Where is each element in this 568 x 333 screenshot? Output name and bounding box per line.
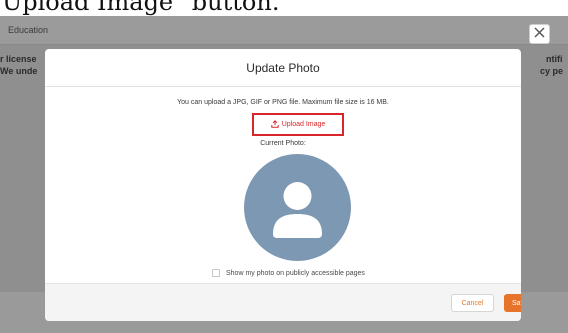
save-button[interactable]: Save xyxy=(504,294,521,312)
modal-body: You can upload a JPG, GIF or PNG file. M… xyxy=(45,87,521,283)
background-section-header: Education xyxy=(0,16,568,45)
public-photo-option[interactable]: Show my photo on publicly accessible pag… xyxy=(212,269,365,277)
caption-text: Upload Image" button. xyxy=(2,0,280,16)
modal-title: Update Photo xyxy=(246,60,320,75)
background-text-left-1: r license xyxy=(0,54,37,64)
user-avatar-icon xyxy=(273,182,322,238)
current-photo-avatar xyxy=(244,154,351,261)
public-photo-label: Show my photo on publicly accessible pag… xyxy=(226,269,365,277)
modal-footer: Cancel Save xyxy=(45,283,521,321)
modal-backdrop[interactable]: Education r license We unde ntifi cy pe … xyxy=(0,16,568,333)
tutorial-caption: Upload Image" button. xyxy=(0,0,568,16)
background-text-left-2: We unde xyxy=(0,66,38,76)
close-button[interactable] xyxy=(529,24,550,44)
current-photo-label: Current Photo: xyxy=(260,140,306,147)
public-photo-checkbox[interactable] xyxy=(212,269,220,277)
upload-icon xyxy=(271,119,279,130)
background-text-right-1: ntifi xyxy=(546,54,563,64)
close-icon xyxy=(534,25,545,43)
background-section-title: Education xyxy=(8,25,49,35)
modal-header: Update Photo xyxy=(45,49,521,87)
cancel-button[interactable]: Cancel xyxy=(451,294,494,312)
background-text-right-2: cy pe xyxy=(540,66,564,76)
upload-image-label: Upload Image xyxy=(281,121,326,128)
upload-info-text: You can upload a JPG, GIF or PNG file. M… xyxy=(177,99,389,106)
upload-image-button[interactable]: Upload Image xyxy=(252,113,344,136)
update-photo-modal: Update Photo You can upload a JPG, GIF o… xyxy=(45,49,521,321)
